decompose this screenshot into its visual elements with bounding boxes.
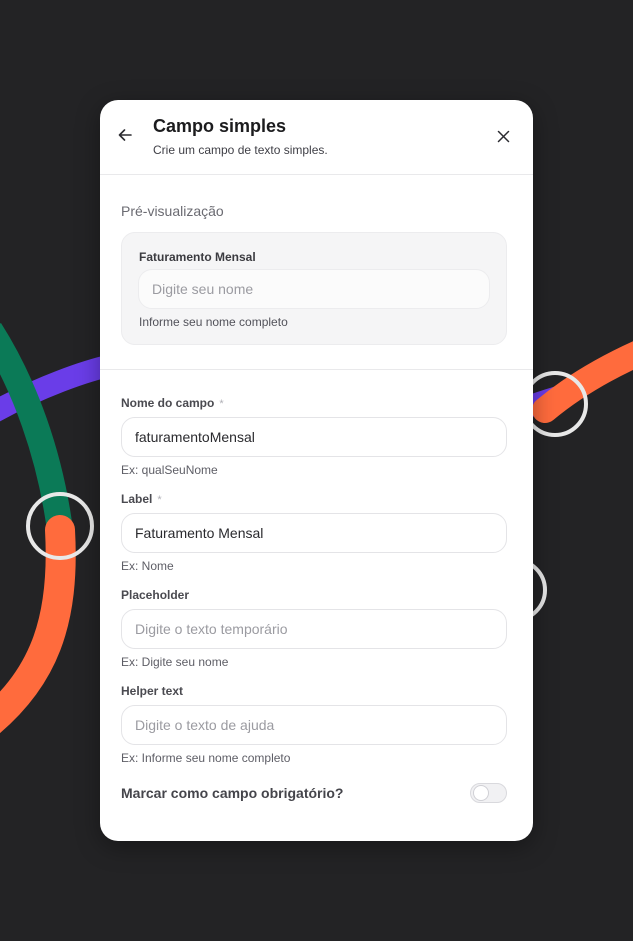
preview-heading: Pré-visualização	[121, 203, 224, 219]
required-toggle-row: Marcar como campo obrigatório?	[121, 781, 507, 805]
name-field-input[interactable]: faturamentoMensal	[121, 417, 507, 457]
orange-band-left	[0, 515, 76, 734]
label-field-value: Faturamento Mensal	[135, 525, 264, 541]
preview-helper-text: Informe seu nome completo	[139, 315, 288, 329]
required-toggle-label: Marcar como campo obrigatório?	[121, 785, 344, 801]
label-field-input[interactable]: Faturamento Mensal	[121, 513, 507, 553]
green-band	[0, 323, 73, 532]
helper-field-placeholder: Digite o texto de ajuda	[135, 717, 275, 733]
orange-band-right	[532, 341, 633, 423]
placeholder-field-group: Placeholder Digite o texto temporário Ex…	[121, 587, 507, 669]
back-button[interactable]	[114, 124, 136, 146]
name-field-group: Nome do campo * faturamentoMensal Ex: qua…	[121, 395, 507, 477]
required-asterisk: *	[219, 398, 224, 410]
helper-field-label: Helper text	[121, 684, 184, 698]
toggle-knob	[473, 785, 489, 801]
preview-card: Faturamento Mensal Digite seu nome Infor…	[121, 232, 507, 345]
name-field-label: Nome do campo *	[121, 395, 507, 411]
modal-title: Campo simples	[153, 116, 287, 136]
modal-subtitle: Crie um campo de texto simples.	[153, 143, 328, 157]
placeholder-field-hint: Ex: Digite seu nome	[121, 655, 229, 669]
preview-input[interactable]: Digite seu nome	[138, 269, 490, 309]
modal-header: Campo simples Crie um campo de texto sim…	[100, 100, 533, 175]
campo-simples-modal: Campo simples Crie um campo de texto sim…	[100, 100, 533, 841]
close-icon	[497, 130, 509, 142]
required-asterisk: *	[157, 494, 162, 506]
helper-field-input[interactable]: Digite o texto de ajuda	[121, 705, 507, 745]
label-field-label-text: Label	[121, 492, 153, 506]
preview-input-placeholder: Digite seu nome	[152, 281, 254, 297]
preview-section: Pré-visualização Faturamento Mensal Digi…	[100, 175, 533, 370]
name-field-value: faturamentoMensal	[135, 429, 255, 445]
required-toggle-switch[interactable]	[470, 783, 507, 803]
label-field-group: Label * Faturamento Mensal Ex: Nome	[121, 491, 507, 573]
helper-field-hint: Ex: Informe seu nome completo	[121, 751, 291, 765]
name-field-hint: Ex: qualSeuNome	[121, 463, 218, 477]
preview-field-label: Faturamento Mensal	[139, 250, 256, 264]
helper-field-group: Helper text Digite o texto de ajuda Ex: …	[121, 683, 507, 765]
label-field-label: Label *	[121, 491, 507, 507]
placeholder-field-placeholder: Digite o texto temporário	[135, 621, 288, 637]
label-field-hint: Ex: Nome	[121, 559, 174, 573]
placeholder-field-label: Placeholder	[121, 588, 190, 602]
arrow-left-icon	[118, 129, 132, 141]
placeholder-field-input[interactable]: Digite o texto temporário	[121, 609, 507, 649]
name-field-label-text: Nome do campo	[121, 396, 215, 410]
close-button[interactable]	[492, 125, 514, 147]
